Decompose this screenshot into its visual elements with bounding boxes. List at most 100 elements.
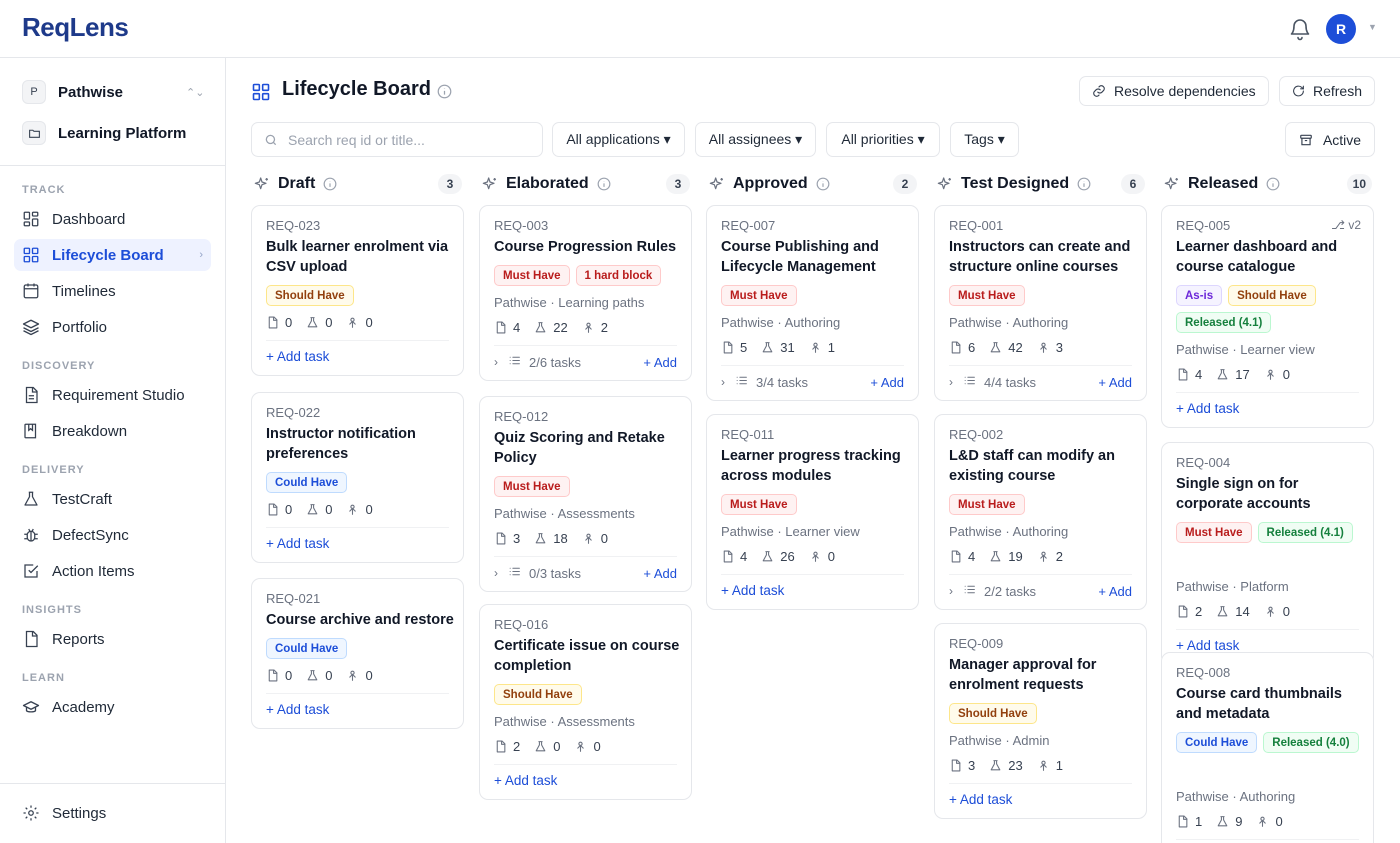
- sidebar-item-breakdown[interactable]: Breakdown: [14, 415, 211, 447]
- info-icon[interactable]: [597, 177, 611, 191]
- requirement-id[interactable]: REQ-023: [266, 218, 320, 233]
- card-title[interactable]: Instructor notification preferences: [266, 424, 454, 464]
- chevron-down-icon[interactable]: ▼: [1368, 22, 1377, 32]
- requirement-card[interactable]: REQ-005 ⎇ v2 Learner dashboard and course …: [1161, 205, 1374, 428]
- sidebar-item-lifecycle-board[interactable]: Lifecycle Board ›: [14, 239, 211, 271]
- requirement-id[interactable]: REQ-005: [1176, 218, 1230, 233]
- add-task-button[interactable]: + Add: [1098, 375, 1132, 390]
- requirement-id[interactable]: REQ-008: [1176, 665, 1230, 680]
- add-task-button[interactable]: + Add task: [266, 702, 329, 717]
- info-icon[interactable]: [1077, 177, 1091, 191]
- card-title[interactable]: L&D staff can modify an existing course: [949, 446, 1137, 486]
- info-icon[interactable]: [816, 177, 830, 191]
- requirement-card[interactable]: REQ-022 Instructor notification preferenc…: [251, 392, 464, 563]
- requirement-id[interactable]: REQ-012: [494, 409, 548, 424]
- requirement-id[interactable]: REQ-021: [266, 591, 320, 606]
- search-box[interactable]: [251, 122, 543, 157]
- card-title[interactable]: Instructors can create and structure onl…: [949, 237, 1137, 277]
- sidebar-item-reports[interactable]: Reports: [14, 623, 211, 655]
- add-task-button[interactable]: + Add: [1098, 584, 1132, 599]
- card-title[interactable]: Course archive and restore: [266, 610, 454, 630]
- card-title[interactable]: Learner progress tracking across modules: [721, 446, 909, 486]
- requirement-card[interactable]: REQ-023 Bulk learner enrolment via CSV up…: [251, 205, 464, 376]
- card-title[interactable]: Course card thumbnails and metadata: [1176, 684, 1364, 724]
- card-title[interactable]: Bulk learner enrolment via CSV upload: [266, 237, 454, 277]
- sidebar-item-defectsync[interactable]: DefectSync: [14, 519, 211, 551]
- sidebar-item-dashboard[interactable]: Dashboard: [14, 203, 211, 235]
- add-task-button[interactable]: + Add task: [266, 349, 329, 364]
- chevron-right-icon[interactable]: ›: [494, 355, 498, 369]
- task-summary-row[interactable]: › 2/6 tasks + Add: [494, 354, 677, 370]
- info-icon[interactable]: [437, 84, 452, 99]
- requirement-id[interactable]: REQ-022: [266, 405, 320, 420]
- search-input[interactable]: [288, 131, 538, 148]
- sidebar-item-timelines[interactable]: Timelines: [14, 275, 211, 307]
- requirement-id[interactable]: REQ-001: [949, 218, 1003, 233]
- requirement-card[interactable]: REQ-016 Certificate issue on course compl…: [479, 604, 692, 800]
- task-summary-row[interactable]: › 2/2 tasks + Add: [949, 583, 1132, 599]
- requirement-card[interactable]: REQ-009 Manager approval for enrolment re…: [934, 623, 1147, 819]
- top-bar: ReqLens R ▼: [0, 0, 1400, 58]
- app-logo[interactable]: ReqLens: [22, 12, 129, 43]
- requirement-card[interactable]: REQ-003 Course Progression Rules Must Have…: [479, 205, 692, 381]
- add-task-button[interactable]: + Add: [643, 566, 677, 581]
- sidebar-item-testcraft[interactable]: TestCraft: [14, 483, 211, 515]
- add-task-button[interactable]: + Add: [870, 375, 904, 390]
- sidebar-item-academy[interactable]: Academy: [14, 691, 211, 723]
- info-icon[interactable]: [323, 177, 337, 191]
- requirement-card[interactable]: REQ-011 Learner progress tracking across …: [706, 414, 919, 610]
- sidebar-item-settings[interactable]: Settings: [14, 797, 211, 829]
- chevron-right-icon[interactable]: ›: [949, 375, 953, 389]
- requirement-card[interactable]: REQ-004 Single sign on for corporate acco…: [1161, 442, 1374, 665]
- requirement-card[interactable]: REQ-007 Course Publishing and Lifecycle M…: [706, 205, 919, 401]
- add-task-button[interactable]: + Add: [643, 355, 677, 370]
- sidebar-item-portfolio[interactable]: Portfolio: [14, 311, 211, 343]
- add-task-button[interactable]: + Add task: [721, 583, 784, 598]
- priorities-filter[interactable]: All priorities ▾: [826, 122, 940, 157]
- requirement-card[interactable]: REQ-001 Instructors can create and struct…: [934, 205, 1147, 401]
- requirement-id[interactable]: REQ-016: [494, 617, 548, 632]
- requirement-id[interactable]: REQ-011: [721, 427, 774, 442]
- requirement-card[interactable]: REQ-021 Course archive and restore Could H…: [251, 578, 464, 729]
- requirement-card[interactable]: REQ-002 L&D staff can modify an existing …: [934, 414, 1147, 610]
- requirement-id[interactable]: REQ-003: [494, 218, 548, 233]
- sidebar-item-requirement-studio[interactable]: Requirement Studio: [14, 379, 211, 411]
- info-icon[interactable]: [1266, 177, 1280, 191]
- requirement-card[interactable]: REQ-008 Course card thumbnails and metada…: [1161, 652, 1374, 843]
- avatar[interactable]: R: [1326, 14, 1356, 44]
- task-summary-row[interactable]: › 3/4 tasks + Add: [721, 374, 904, 390]
- add-task-button[interactable]: + Add task: [949, 792, 1012, 807]
- task-summary-row[interactable]: › 0/3 tasks + Add: [494, 565, 677, 581]
- add-task-button[interactable]: + Add task: [1176, 638, 1239, 653]
- chevron-right-icon[interactable]: ›: [494, 566, 498, 580]
- card-title[interactable]: Quiz Scoring and Retake Policy: [494, 428, 682, 468]
- chevron-updown-icon[interactable]: ⌃⌄: [186, 86, 204, 99]
- project-switcher[interactable]: Learning Platform: [22, 121, 186, 145]
- add-task-button[interactable]: + Add task: [1176, 401, 1239, 416]
- refresh-button[interactable]: Refresh: [1279, 76, 1375, 106]
- card-title[interactable]: Certificate issue on course completion: [494, 636, 682, 676]
- chevron-right-icon[interactable]: ›: [721, 375, 725, 389]
- card-title[interactable]: Course Publishing and Lifecycle Manageme…: [721, 237, 909, 277]
- add-task-button[interactable]: + Add task: [266, 536, 329, 551]
- task-summary-row[interactable]: › 4/4 tasks + Add: [949, 374, 1132, 390]
- bell-icon[interactable]: [1288, 17, 1312, 41]
- tags-filter[interactable]: Tags ▾: [950, 122, 1019, 157]
- card-title[interactable]: Course Progression Rules: [494, 237, 682, 257]
- requirement-card[interactable]: REQ-012 Quiz Scoring and Retake Policy Mus…: [479, 396, 692, 592]
- card-title[interactable]: Manager approval for enrolment requests: [949, 655, 1137, 695]
- requirement-id[interactable]: REQ-004: [1176, 455, 1230, 470]
- chevron-right-icon[interactable]: ›: [949, 584, 953, 598]
- add-task-button[interactable]: + Add task: [494, 773, 557, 788]
- active-filter-button[interactable]: Active: [1285, 122, 1375, 157]
- card-title[interactable]: Single sign on for corporate accounts: [1176, 474, 1364, 514]
- assignees-filter[interactable]: All assignees ▾: [695, 122, 816, 157]
- sidebar-item-action-items[interactable]: Action Items: [14, 555, 211, 587]
- resolve-dependencies-button[interactable]: Resolve dependencies: [1079, 76, 1269, 106]
- card-title[interactable]: Learner dashboard and course catalogue: [1176, 237, 1364, 277]
- workspace-switcher[interactable]: P Pathwise: [22, 80, 123, 104]
- applications-filter[interactable]: All applications ▾: [552, 122, 685, 157]
- requirement-id[interactable]: REQ-002: [949, 427, 1003, 442]
- requirement-id[interactable]: REQ-007: [721, 218, 775, 233]
- requirement-id[interactable]: REQ-009: [949, 636, 1003, 651]
